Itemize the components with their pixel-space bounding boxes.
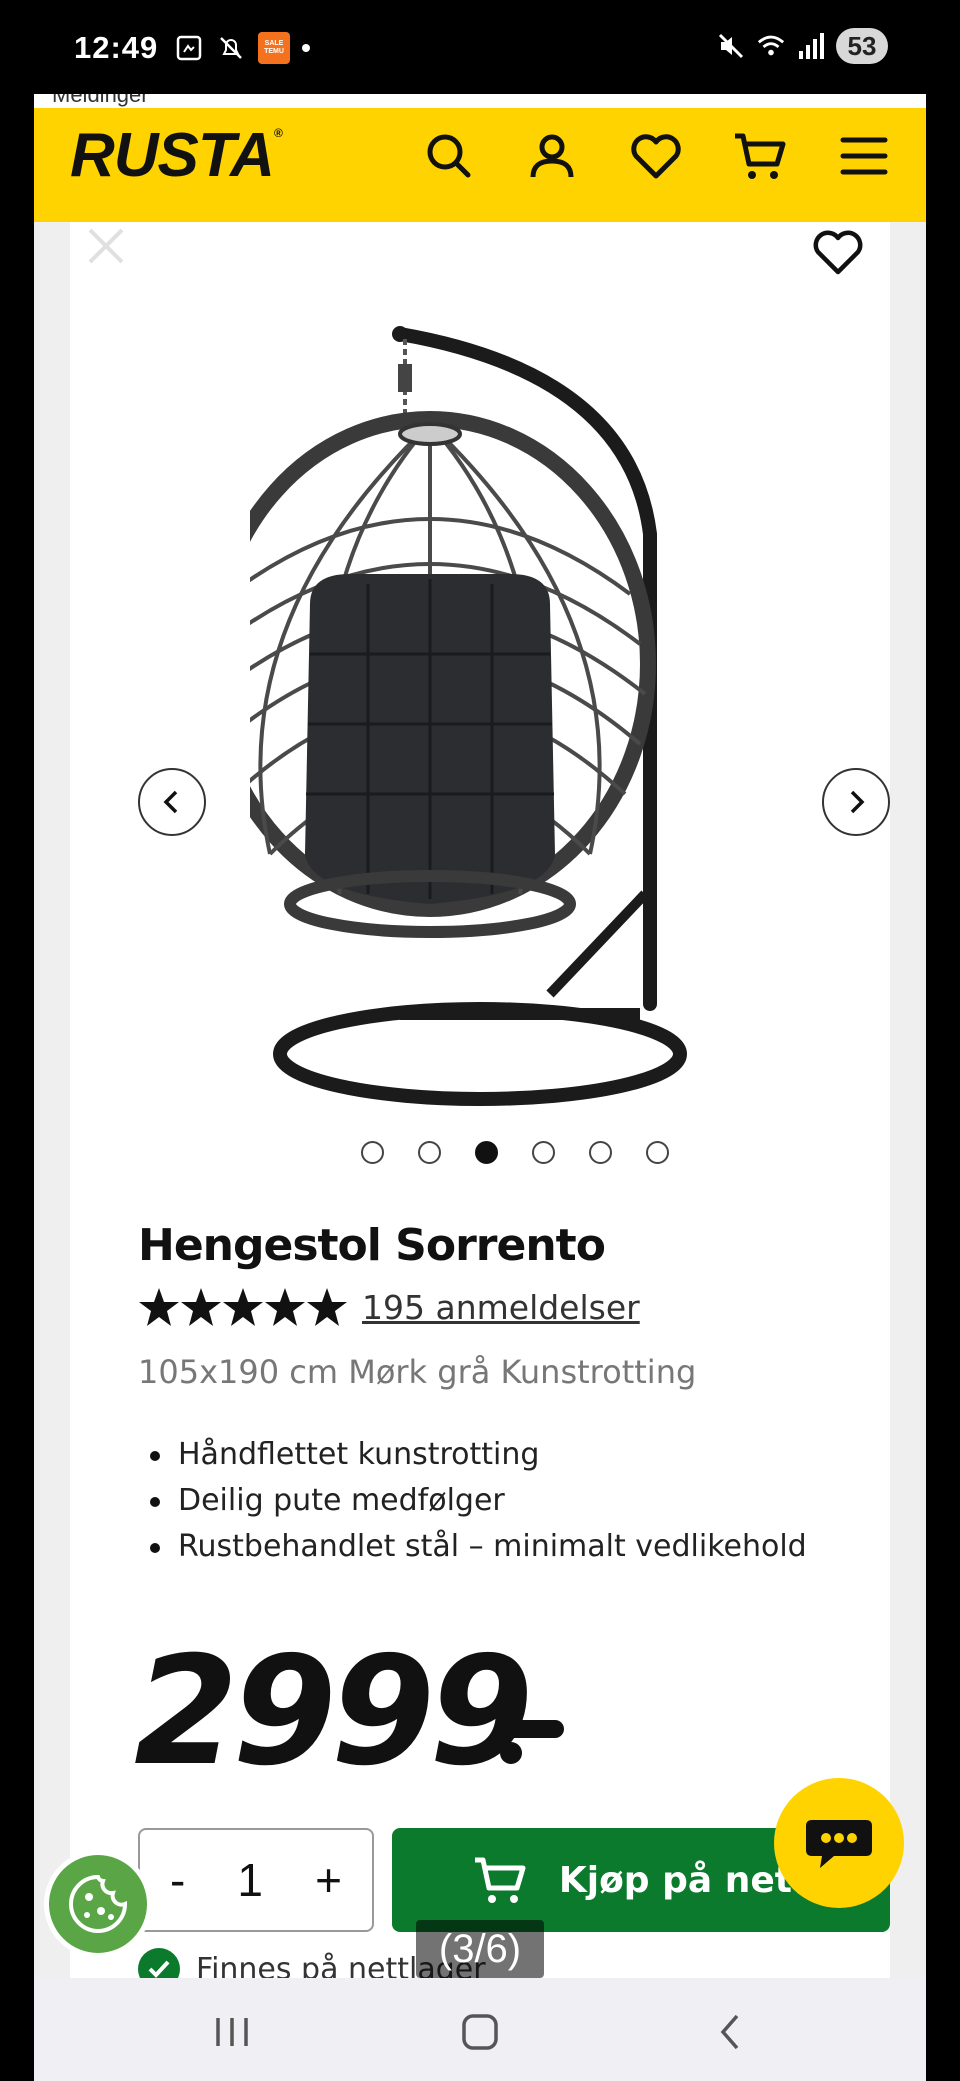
check-icon xyxy=(138,1948,180,1978)
quantity-increase-button[interactable]: + xyxy=(315,1853,342,1907)
menu-icon[interactable] xyxy=(834,126,894,186)
carousel-prev-button[interactable] xyxy=(138,768,206,836)
feature-list: Håndflettet kunstrotting Deilig pute med… xyxy=(150,1432,807,1570)
logo-text: RUSTA xyxy=(70,121,275,190)
status-time: 12:49 xyxy=(74,30,159,65)
chat-button[interactable] xyxy=(774,1778,904,1908)
carousel-dots xyxy=(361,1141,669,1164)
cart-icon xyxy=(474,1857,526,1903)
product-price: 2999 xyxy=(134,1625,533,1799)
temu-app-icon: SALE TEMU xyxy=(258,32,290,64)
favorite-heart-icon[interactable] xyxy=(810,226,866,278)
carousel-dot-active[interactable] xyxy=(475,1141,498,1164)
rating-stars xyxy=(138,1286,348,1328)
signal-icon xyxy=(796,31,826,61)
reviews-link[interactable]: 195 anmeldelser xyxy=(362,1288,640,1327)
back-to-messages[interactable]: Meldinger xyxy=(34,94,926,108)
screenshot-icon xyxy=(174,33,204,63)
carousel-dot[interactable] xyxy=(589,1141,612,1164)
product-title: Hengestol Sorrento xyxy=(138,1220,606,1271)
star-rating-icon xyxy=(139,1288,347,1326)
price-dot xyxy=(500,1742,522,1764)
quantity-value[interactable]: 1 xyxy=(237,1853,263,1907)
chat-bubble-icon xyxy=(806,1820,872,1868)
feature-item: Deilig pute medfølger xyxy=(150,1478,807,1524)
feature-item: Håndflettet kunstrotting xyxy=(150,1432,807,1478)
mute-notification-icon xyxy=(216,33,246,63)
quantity-stepper: - 1 + xyxy=(138,1828,374,1932)
quantity-decrease-button[interactable]: - xyxy=(170,1853,185,1907)
site-header: RUSTA® xyxy=(34,94,926,222)
chevron-right-icon xyxy=(850,790,865,814)
android-nav-bar xyxy=(34,1978,926,2081)
price-dash xyxy=(500,1720,564,1738)
chevron-left-icon xyxy=(163,790,178,814)
app-frame: RUSTA® Meldinger Hengestol Sorrento 195 … xyxy=(34,94,926,1978)
rating-row: 195 anmeldelser xyxy=(138,1286,640,1328)
cart-icon[interactable] xyxy=(730,126,790,186)
more-notifications-dot xyxy=(302,44,310,52)
mute-icon xyxy=(716,31,746,61)
status-icons-left: SALE TEMU xyxy=(174,32,310,64)
wifi-icon xyxy=(756,31,786,61)
search-icon[interactable] xyxy=(419,126,479,186)
registered-mark: ® xyxy=(273,126,283,140)
status-bar: 12:49 SALE TEMU 53 xyxy=(0,0,960,94)
battery-indicator: 53 xyxy=(836,28,888,64)
carousel-dot[interactable] xyxy=(532,1141,555,1164)
rusta-logo[interactable]: RUSTA® xyxy=(70,120,283,191)
carousel-dot[interactable] xyxy=(361,1141,384,1164)
close-icon[interactable] xyxy=(84,224,128,268)
carousel-dot[interactable] xyxy=(418,1141,441,1164)
product-image xyxy=(250,326,687,1106)
feature-item: Rustbehandlet stål – minimalt vedlikehol… xyxy=(150,1524,807,1570)
buy-online-label: Kjøp på nett xyxy=(558,1859,810,1901)
home-icon xyxy=(462,2014,498,2050)
carousel-dot[interactable] xyxy=(646,1141,669,1164)
back-label: Meldinger xyxy=(52,94,149,107)
account-icon[interactable] xyxy=(522,126,582,186)
status-icons-right: 53 xyxy=(716,28,888,64)
cookie-icon xyxy=(69,1874,128,1933)
back-button[interactable] xyxy=(702,2004,758,2060)
recent-apps-button[interactable] xyxy=(204,2004,260,2060)
heart-icon[interactable] xyxy=(626,126,686,186)
cookie-settings-button[interactable] xyxy=(44,1850,152,1958)
carousel-next-button[interactable] xyxy=(822,768,890,836)
recent-apps-icon xyxy=(216,2018,248,2046)
back-icon xyxy=(720,2014,739,2050)
product-variant: 105x190 cm Mørk grå Kunstrotting xyxy=(138,1353,697,1391)
product-card: Hengestol Sorrento 195 anmeldelser 105x1… xyxy=(70,222,890,1978)
image-counter: (3/6) xyxy=(416,1920,544,1978)
home-button[interactable] xyxy=(452,2004,508,2060)
